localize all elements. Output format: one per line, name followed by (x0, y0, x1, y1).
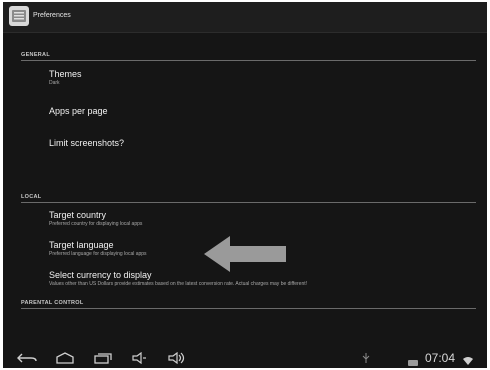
back-icon[interactable] (17, 351, 37, 368)
pref-apps-per-page[interactable]: Apps per page (49, 106, 469, 117)
pref-limit-screenshots[interactable]: Limit screenshots? (49, 138, 469, 149)
section-header-parental-control: PARENTAL CONTROL (21, 300, 476, 309)
section-header-local: LOCAL (21, 194, 476, 203)
pref-title: Limit screenshots? (49, 138, 125, 148)
pointer-arrow-icon (204, 234, 286, 279)
pref-themes[interactable]: Themes Dark (49, 69, 469, 87)
volume-up-icon[interactable] (167, 351, 187, 368)
section-header-general: GENERAL (21, 52, 476, 61)
recent-apps-icon[interactable] (93, 351, 113, 368)
pref-target-country[interactable]: Target country Preferred country for dis… (49, 210, 469, 228)
status-clock: 07:04 (425, 351, 456, 365)
pref-title: Apps per page (49, 106, 108, 116)
volume-down-icon[interactable] (131, 351, 149, 368)
device-screen: Preferences GENERAL Themes Dark Apps per… (3, 2, 487, 368)
pref-summary: Values other than US Dollars provide est… (49, 281, 308, 287)
action-bar: Preferences (3, 2, 487, 33)
pref-title: Target country (49, 210, 107, 220)
pref-title: Themes (49, 69, 82, 79)
home-icon[interactable] (55, 351, 75, 368)
usb-icon (361, 351, 371, 368)
page-title: Preferences (33, 12, 71, 19)
system-nav-bar: 07:04 (3, 345, 487, 368)
pref-summary: Preferred country for displaying local a… (49, 221, 143, 227)
notification-icon (407, 354, 419, 368)
pref-summary: Dark (49, 80, 60, 86)
app-settings-icon[interactable] (9, 6, 29, 26)
wifi-icon (462, 353, 474, 368)
